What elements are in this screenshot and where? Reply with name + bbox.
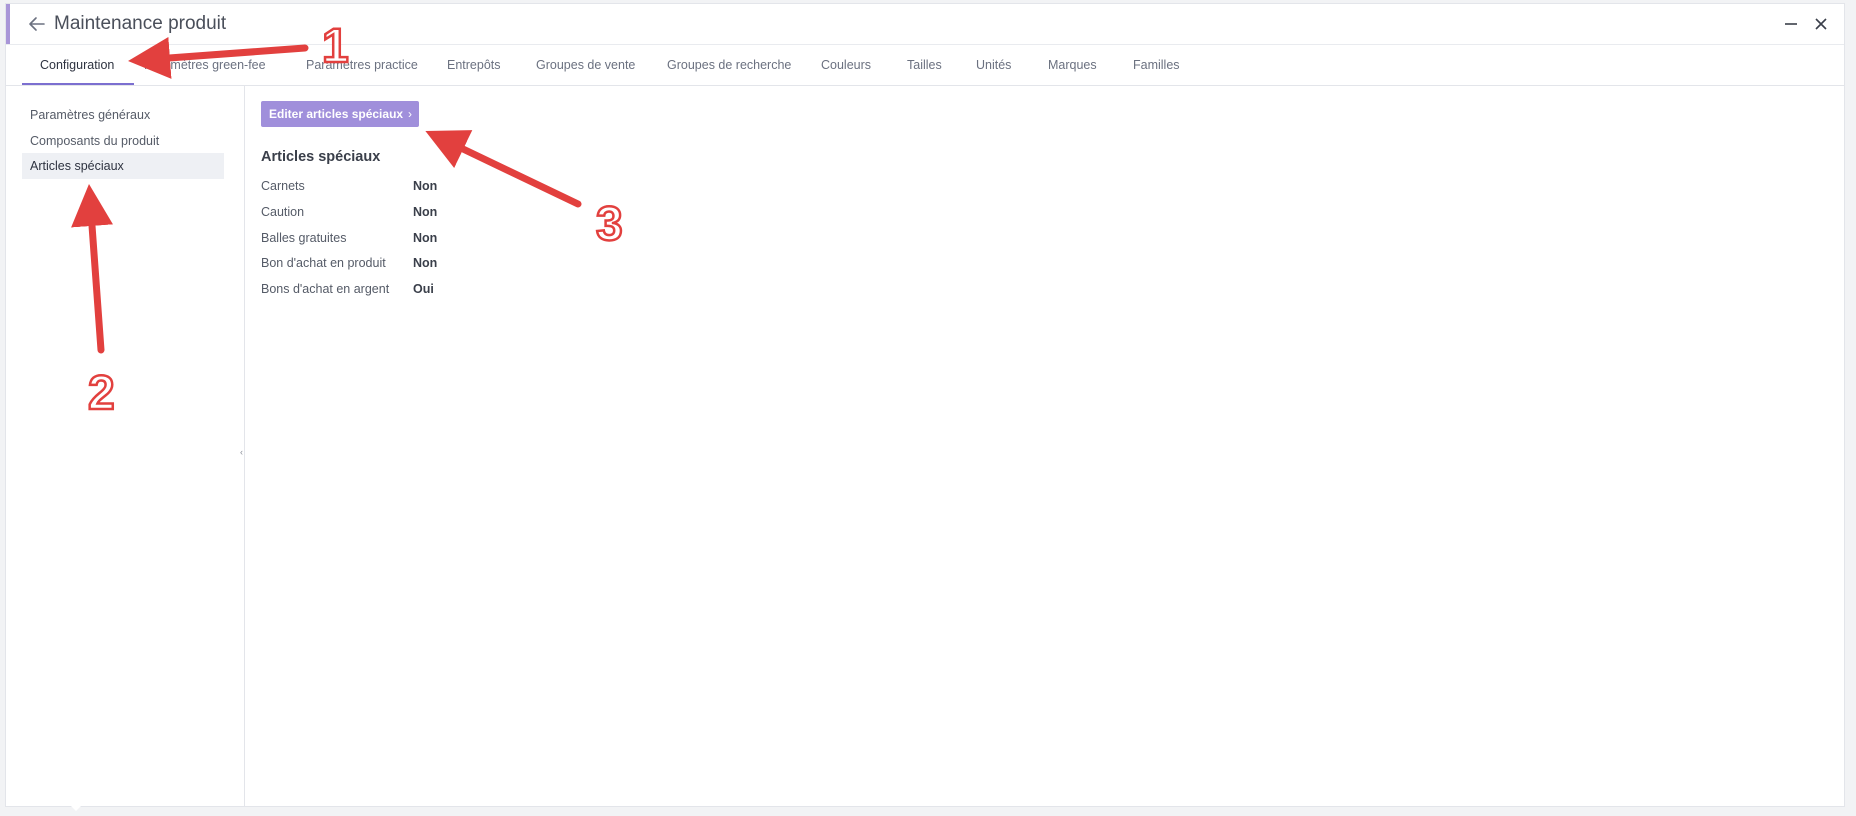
row-label: Caution bbox=[261, 205, 305, 219]
tab-bar: Configuration Paramètres green-fee Param… bbox=[6, 45, 1844, 86]
tab-parametres-green-fee[interactable]: Paramètres green-fee bbox=[144, 45, 266, 85]
maintenance-window: Maintenance produit Configuration Paramè… bbox=[5, 3, 1845, 807]
sidebar-item-composants-du-produit[interactable]: Composants du produit bbox=[22, 128, 224, 154]
row-value: Non bbox=[413, 205, 438, 219]
close-icon[interactable] bbox=[1812, 15, 1830, 33]
tab-configuration[interactable]: Configuration bbox=[40, 45, 114, 85]
row-label: Balles gratuites bbox=[261, 231, 347, 245]
detail-row: Bons d'achat en argent Oui bbox=[261, 282, 661, 302]
tab-unites[interactable]: Unités bbox=[976, 45, 1011, 85]
row-value: Non bbox=[413, 256, 438, 270]
tab-parametres-practice[interactable]: Paramètres practice bbox=[306, 45, 418, 85]
chevron-right-icon: › bbox=[408, 107, 412, 121]
row-label: Bons d'achat en argent bbox=[261, 282, 390, 296]
edit-button-label: Editer articles spéciaux bbox=[269, 107, 404, 121]
accent-bar bbox=[6, 4, 10, 44]
collapse-handle-icon[interactable]: ‹ bbox=[240, 447, 243, 457]
tab-entrepots[interactable]: Entrepôts bbox=[447, 45, 501, 85]
arrow-left-icon[interactable] bbox=[26, 14, 48, 34]
detail-row: Bon d'achat en produit Non bbox=[261, 256, 661, 276]
bottom-caret-icon bbox=[70, 805, 82, 811]
row-label: Bon d'achat en produit bbox=[261, 256, 386, 270]
minimize-icon[interactable] bbox=[1782, 15, 1800, 33]
tab-groupes-de-vente[interactable]: Groupes de vente bbox=[536, 45, 635, 85]
row-value: Non bbox=[413, 179, 438, 193]
detail-row: Caution Non bbox=[261, 205, 661, 225]
row-label: Carnets bbox=[261, 179, 305, 193]
title-bar: Maintenance produit bbox=[6, 4, 1844, 45]
tab-groupes-de-recherche[interactable]: Groupes de recherche bbox=[667, 45, 791, 85]
row-value: Oui bbox=[413, 282, 434, 296]
tab-tailles[interactable]: Tailles bbox=[907, 45, 942, 85]
sidebar-item-articles-speciaux[interactable]: Articles spéciaux bbox=[22, 153, 224, 179]
tab-familles[interactable]: Familles bbox=[1133, 45, 1180, 85]
sidebar-item-parametres-generaux[interactable]: Paramètres généraux bbox=[22, 102, 224, 128]
detail-row: Carnets Non bbox=[261, 179, 661, 199]
main-content: Editer articles spéciaux › Articles spéc… bbox=[245, 86, 1844, 806]
window-title: Maintenance produit bbox=[54, 13, 227, 34]
active-tab-indicator bbox=[22, 83, 134, 85]
section-title: Articles spéciaux bbox=[261, 149, 381, 165]
edit-special-items-button[interactable]: Editer articles spéciaux › bbox=[261, 101, 419, 127]
tab-couleurs[interactable]: Couleurs bbox=[821, 45, 871, 85]
detail-row: Balles gratuites Non bbox=[261, 231, 661, 251]
tab-marques[interactable]: Marques bbox=[1048, 45, 1097, 85]
sidebar: Paramètres généraux Composants du produi… bbox=[6, 86, 245, 806]
row-value: Non bbox=[413, 231, 438, 245]
